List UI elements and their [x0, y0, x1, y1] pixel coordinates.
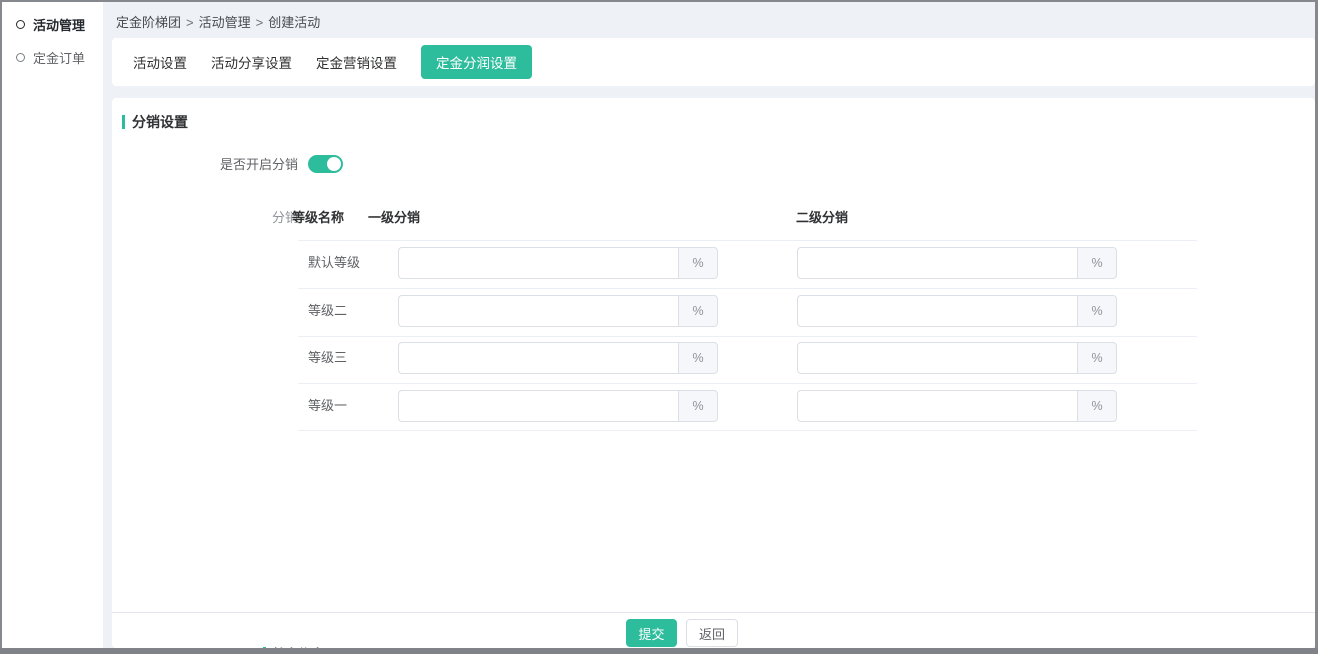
- tab-deposit-profit-settings[interactable]: 定金分润设置: [421, 45, 532, 79]
- level-name: 默认等级: [308, 247, 360, 279]
- level1-rate-group: %: [398, 342, 718, 374]
- window-border: [0, 0, 1318, 2]
- level2-rate-input[interactable]: [797, 295, 1077, 327]
- level2-rate-group: %: [797, 247, 1117, 279]
- app-window: 活动管理 定金订单 定金阶梯团 > 活动管理 > 创建活动 活动设置 活动分享设置 定金…: [0, 0, 1318, 654]
- level1-rate-input[interactable]: [398, 295, 678, 327]
- distribution-toggle[interactable]: [308, 155, 343, 173]
- tab-deposit-marketing-settings[interactable]: 定金营销设置: [316, 45, 397, 79]
- section-title-text: 分销设置: [132, 112, 188, 132]
- row-divider: [298, 336, 1197, 337]
- toggle-knob: [327, 157, 341, 171]
- circle-icon: [16, 53, 25, 62]
- level-name: 等级一: [308, 390, 347, 422]
- percent-unit: %: [678, 247, 718, 279]
- table-row: 默认等级 % %: [112, 247, 1315, 279]
- percent-unit: %: [1077, 390, 1117, 422]
- submit-button[interactable]: 提交: [626, 619, 677, 647]
- level1-rate-input[interactable]: [398, 390, 678, 422]
- content-area: 定金阶梯团 > 活动管理 > 创建活动 活动设置 活动分享设置 定金营销设置 定金分润设…: [103, 2, 1315, 648]
- sidebar-item-activity-management[interactable]: 活动管理: [2, 8, 103, 41]
- tab-activity-settings[interactable]: 活动设置: [133, 45, 187, 79]
- level1-rate-group: %: [398, 390, 718, 422]
- sidebar: 活动管理 定金订单: [2, 2, 103, 648]
- toggle-label: 是否开启分销: [112, 154, 298, 173]
- level2-rate-input[interactable]: [797, 247, 1077, 279]
- tab-activity-share-settings[interactable]: 活动分享设置: [211, 45, 292, 79]
- table-row: 等级一 % %: [112, 390, 1315, 422]
- level1-rate-group: %: [398, 247, 718, 279]
- sidebar-item-deposit-orders[interactable]: 定金订单: [2, 41, 103, 74]
- row-divider: [298, 430, 1197, 431]
- percent-unit: %: [1077, 295, 1117, 327]
- level2-rate-input[interactable]: [797, 342, 1077, 374]
- breadcrumb: 定金阶梯团 > 活动管理 > 创建活动: [116, 12, 320, 31]
- percent-unit: %: [678, 295, 718, 327]
- percent-unit: %: [678, 342, 718, 374]
- breadcrumb-item[interactable]: 定金阶梯团: [116, 15, 181, 30]
- level2-rate-group: %: [797, 295, 1117, 327]
- sidebar-item-label: 定金订单: [33, 48, 85, 67]
- column-header-level2: 二级分销: [796, 207, 848, 226]
- row-divider: [298, 240, 1197, 241]
- row-divider: [298, 288, 1197, 289]
- row-divider: [298, 383, 1197, 384]
- breadcrumb-item[interactable]: 活动管理: [199, 15, 251, 30]
- level1-rate-input[interactable]: [398, 342, 678, 374]
- sidebar-item-label: 活动管理: [33, 15, 85, 34]
- level2-rate-input[interactable]: [797, 390, 1077, 422]
- circle-icon: [16, 20, 25, 29]
- level2-rate-group: %: [797, 390, 1117, 422]
- footer-divider: [112, 612, 1315, 613]
- window-border: [0, 648, 1318, 654]
- level2-rate-group: %: [797, 342, 1117, 374]
- level-name: 等级二: [308, 295, 347, 327]
- breadcrumb-separator: >: [186, 15, 194, 30]
- table-row: 等级三 % %: [112, 342, 1315, 374]
- percent-unit: %: [1077, 247, 1117, 279]
- level1-rate-input[interactable]: [398, 247, 678, 279]
- window-border: [0, 0, 2, 654]
- percent-unit: %: [678, 390, 718, 422]
- tab-bar-card: 活动设置 活动分享设置 定金营销设置 定金分润设置: [112, 38, 1315, 86]
- enable-distribution-row: 是否开启分销: [112, 154, 343, 173]
- percent-unit: %: [1077, 342, 1117, 374]
- back-button[interactable]: 返回: [686, 619, 738, 647]
- section-title: 分销设置: [122, 112, 188, 132]
- distribution-settings-panel: 分销设置 是否开启分销 分销 等级名称 一级分销 二级分销 默认等级: [112, 98, 1315, 648]
- column-header-level1: 一级分销: [368, 207, 420, 226]
- section-accent-bar: [122, 115, 125, 129]
- breadcrumb-item-current: 创建活动: [268, 15, 320, 30]
- column-header-level-name: 等级名称: [292, 207, 344, 226]
- level-name: 等级三: [308, 342, 347, 374]
- breadcrumb-separator: >: [256, 15, 264, 30]
- table-row: 等级二 % %: [112, 295, 1315, 327]
- level1-rate-group: %: [398, 295, 718, 327]
